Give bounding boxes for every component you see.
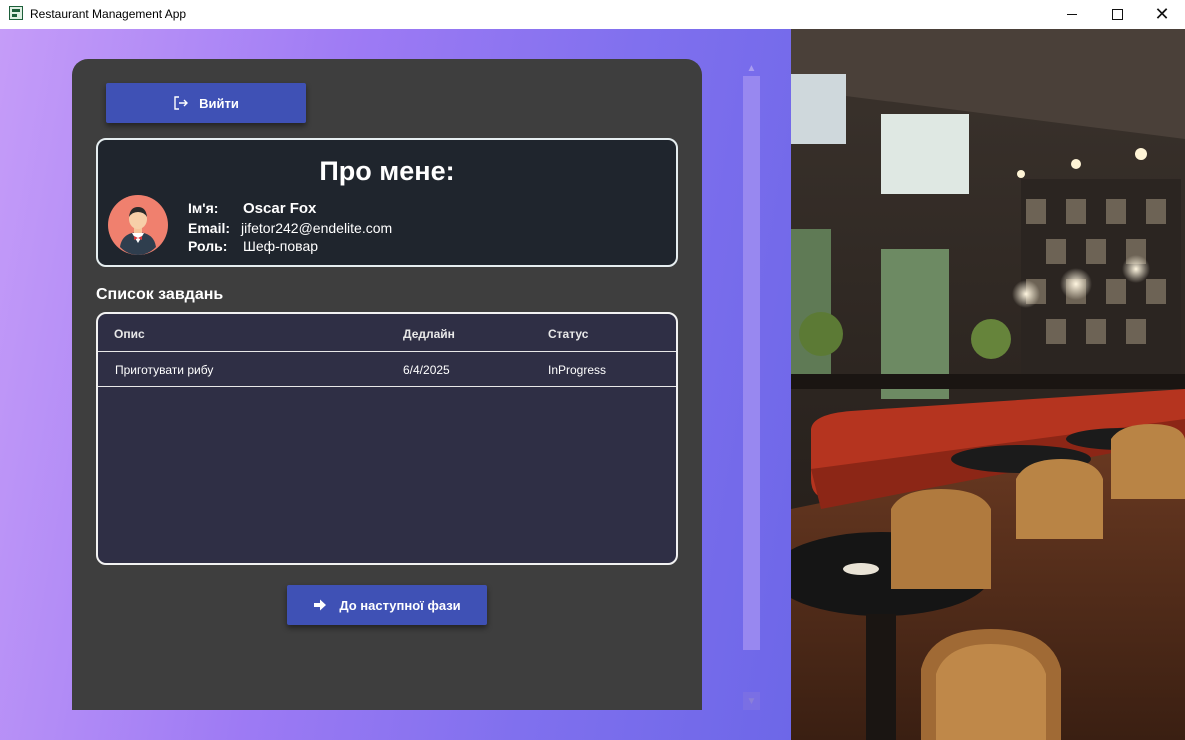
column-header-status[interactable]: Статус [548,327,588,341]
role-label: Роль: [188,238,228,254]
logout-icon [174,96,189,110]
profile-title: Про мене: [319,156,455,186]
window-titlebar: Restaurant Management App ✕ [0,0,1185,29]
scrollbar[interactable]: ▲ ▼ [743,60,760,712]
role-value: Шеф-повар [243,238,319,254]
profile-panel: Про мене: Ім'я: Oscar Fox Email: jifetor… [96,138,678,267]
minimize-icon [1067,14,1077,15]
email-label: Email: [188,220,231,236]
next-phase-label: До наступної фази [339,597,461,613]
column-header-deadline[interactable]: Дедлайн [403,327,455,341]
tasks-title: Список завдань [96,286,224,303]
close-button[interactable]: ✕ [1139,0,1185,29]
maximize-icon [1111,9,1123,20]
chef-avatar [108,195,168,255]
table-row[interactable]: Приготувати рибу 6/4/2025 InProgress [98,352,676,387]
next-phase-button[interactable]: До наступної фази [287,585,487,625]
table-header: Опис Дедлайн Статус [98,314,676,352]
name-value: Oscar Fox [243,200,317,217]
cell-description: Приготувати рибу [115,363,214,377]
maximize-button[interactable] [1094,0,1140,29]
arrow-right-icon [314,599,327,611]
restaurant-illustration [791,29,1185,740]
chevron-down-icon[interactable]: ▼ [743,692,760,710]
logout-label: Вийти [199,95,239,111]
scrollbar-thumb[interactable] [743,76,760,650]
logout-button[interactable]: Вийти [106,83,306,123]
tasks-table[interactable]: Опис Дедлайн Статус Приготувати рибу 6/4… [96,312,678,565]
app-icon [9,6,23,20]
email-value: jifetor242@endelite.com [241,220,393,236]
column-header-description[interactable]: Опис [114,327,145,341]
cell-status: InProgress [548,363,607,377]
restaurant-photo [791,29,1185,740]
cell-deadline: 6/4/2025 [403,363,450,377]
window-title: Restaurant Management App [30,7,187,21]
name-label: Ім'я: [188,200,219,216]
chevron-up-icon[interactable]: ▲ [743,60,760,76]
minimize-button[interactable] [1049,0,1095,29]
